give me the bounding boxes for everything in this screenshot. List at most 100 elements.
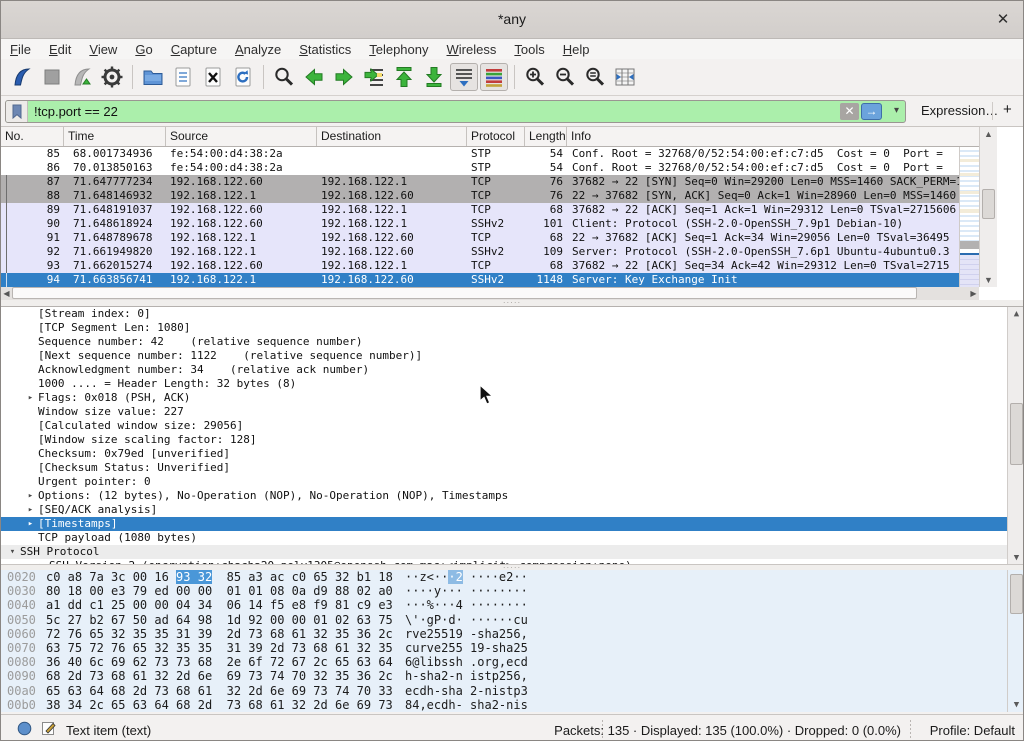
detail-row[interactable]: Checksum: 0x79ed [unverified] — [1, 447, 1023, 461]
menu-edit[interactable]: Edit — [40, 40, 80, 59]
hex-bytes[interactable]: 80 18 00 e3 79 ed 00 00 01 01 08 0a d9 8… — [46, 584, 393, 598]
detail-row[interactable]: Urgent pointer: 0 — [1, 475, 1023, 489]
menu-statistics[interactable]: Statistics — [290, 40, 360, 59]
detail-row[interactable]: ▸Options: (12 bytes), No-Operation (NOP)… — [1, 489, 1023, 503]
scroll-left-icon[interactable]: ◀ — [1, 287, 12, 300]
hex-bytes[interactable]: 65 63 64 68 2d 73 68 61 32 2d 6e 69 73 7… — [46, 684, 393, 698]
ascii-bytes[interactable]: ··z<···2 ····e2·· — [405, 570, 528, 584]
status-profile[interactable]: Profile: Default — [930, 723, 1015, 738]
capture-options-button[interactable] — [98, 63, 126, 91]
scroll-down-icon[interactable]: ▼ — [1008, 698, 1023, 712]
hex-bytes[interactable]: c0 a8 7a 3c 00 16 93 32 85 a3 ac c0 65 3… — [46, 570, 393, 584]
menu-telephony[interactable]: Telephony — [360, 40, 437, 59]
expression-button[interactable]: Expression… — [921, 103, 998, 118]
detail-row[interactable]: ▸[Timestamps] — [1, 517, 1023, 531]
go-first-button[interactable] — [390, 63, 418, 91]
scroll-up-icon[interactable]: ▲ — [1008, 307, 1023, 321]
resize-columns-button[interactable] — [611, 63, 639, 91]
detail-row[interactable]: Acknowledgment number: 34 (relative ack … — [1, 363, 1023, 377]
detail-row[interactable]: ▾SSH Protocol — [1, 545, 1023, 559]
zoom-out-button[interactable] — [551, 63, 579, 91]
hex-row-0060[interactable]: 006072 76 65 32 35 35 31 39 2d 73 68 61 … — [1, 627, 1023, 641]
hex-vscrollbar[interactable]: ▼ — [1007, 570, 1023, 712]
hex-bytes[interactable]: 38 34 2c 65 63 64 68 2d 73 68 61 32 2d 6… — [46, 698, 393, 712]
filter-dropdown-icon[interactable]: ▾ — [894, 105, 899, 116]
hex-row-0070[interactable]: 007063 75 72 76 65 32 35 35 31 39 2d 73 … — [1, 641, 1023, 655]
hex-row-0040[interactable]: 0040a1 dd c1 25 00 00 04 34 06 14 f5 e8 … — [1, 598, 1023, 612]
expander-open-icon[interactable]: ▾ — [5, 545, 20, 559]
hex-row-0090[interactable]: 009068 2d 73 68 61 32 2d 6e 69 73 74 70 … — [1, 669, 1023, 683]
detail-row[interactable]: [Checksum Status: Unverified] — [1, 461, 1023, 475]
scroll-down-icon[interactable]: ▼ — [1008, 551, 1023, 564]
filter-clear-button[interactable]: ✕ — [840, 103, 859, 120]
restart-capture-button[interactable] — [68, 63, 96, 91]
reload-file-button[interactable] — [229, 63, 257, 91]
column-header-source[interactable]: Source — [166, 127, 317, 146]
go-last-button[interactable] — [420, 63, 448, 91]
display-filter-input[interactable]: !tcp.port == 22 ✕ → ▾ — [5, 100, 906, 123]
auto-scroll-button[interactable] — [450, 63, 478, 91]
scroll-up-icon[interactable]: ▲ — [980, 127, 997, 141]
expander-closed-icon[interactable]: ▸ — [23, 517, 38, 531]
menu-go[interactable]: Go — [126, 40, 161, 59]
ascii-bytes[interactable]: rve25519 -sha256, — [405, 627, 528, 641]
hex-bytes[interactable]: 36 40 6c 69 62 73 73 68 2e 6f 72 67 2c 6… — [46, 655, 393, 669]
scrollbar-thumb[interactable] — [982, 189, 995, 219]
ascii-bytes[interactable]: curve255 19-sha25 — [405, 641, 528, 655]
colorize-button[interactable] — [480, 63, 508, 91]
filter-bookmark-icon[interactable] — [6, 101, 28, 122]
column-header-length[interactable]: Length — [525, 127, 567, 146]
details-vscrollbar[interactable]: ▲ ▼ — [1007, 307, 1023, 564]
detail-row[interactable]: [Next sequence number: 1122 (relative se… — [1, 349, 1023, 363]
detail-row[interactable]: 1000 .... = Header Length: 32 bytes (8) — [1, 377, 1023, 391]
packet-list-minimap[interactable] — [959, 147, 979, 287]
expander-closed-icon[interactable]: ▸ — [23, 391, 38, 405]
scrollbar-thumb[interactable] — [1010, 574, 1023, 614]
start-capture-button[interactable] — [8, 63, 36, 91]
scroll-down-icon[interactable]: ▼ — [980, 273, 997, 287]
expert-info-icon[interactable] — [17, 721, 32, 739]
column-header-protocol[interactable]: Protocol — [467, 127, 525, 146]
hex-row-0020[interactable]: 0020c0 a8 7a 3c 00 16 93 32 85 a3 ac c0 … — [1, 570, 1023, 584]
expander-closed-icon[interactable]: ▸ — [23, 489, 38, 503]
detail-row[interactable]: [Window size scaling factor: 128] — [1, 433, 1023, 447]
menu-capture[interactable]: Capture — [162, 40, 226, 59]
hex-bytes[interactable]: 68 2d 73 68 61 32 2d 6e 69 73 74 70 32 3… — [46, 669, 393, 683]
packet-row-88[interactable]: 8871.648146932192.168.122.1192.168.122.6… — [1, 189, 979, 203]
packet-row-86[interactable]: 8670.013850163fe:54:00:d4:38:2aSTP54Conf… — [1, 161, 979, 175]
packet-row-92[interactable]: 9271.661949820192.168.122.1192.168.122.6… — [1, 245, 979, 259]
add-filter-button[interactable]: + — [1003, 101, 1012, 118]
hex-bytes[interactable]: a1 dd c1 25 00 00 04 34 06 14 f5 e8 f9 8… — [46, 598, 393, 612]
packet-row-87[interactable]: 8771.647777234192.168.122.60192.168.122.… — [1, 175, 979, 189]
find-packet-button[interactable] — [270, 63, 298, 91]
close-file-button[interactable] — [199, 63, 227, 91]
hex-row-0080[interactable]: 008036 40 6c 69 62 73 73 68 2e 6f 72 67 … — [1, 655, 1023, 669]
open-file-button[interactable] — [139, 63, 167, 91]
ascii-bytes[interactable]: h-sha2-n istp256, — [405, 669, 528, 683]
packet-list-vscrollbar[interactable]: ▲ ▼ — [979, 127, 997, 287]
menu-analyze[interactable]: Analyze — [226, 40, 290, 59]
go-back-button[interactable] — [300, 63, 328, 91]
capture-comment-icon[interactable] — [41, 721, 56, 739]
detail-row[interactable]: [TCP Segment Len: 1080] — [1, 321, 1023, 335]
hex-bytes[interactable]: 63 75 72 76 65 32 35 35 31 39 2d 73 68 6… — [46, 641, 393, 655]
hex-row-0050[interactable]: 00505c 27 b2 67 50 ad 64 98 1d 92 00 00 … — [1, 613, 1023, 627]
filter-apply-button[interactable]: → — [861, 103, 882, 120]
ascii-bytes[interactable]: ecdh-sha 2-nistp3 — [405, 684, 528, 698]
ascii-bytes[interactable]: 84,ecdh- sha2-nis — [405, 698, 528, 712]
titlebar[interactable]: *any ✕ — [1, 1, 1023, 39]
detail-row[interactable]: Window size value: 227 — [1, 405, 1023, 419]
packet-list-hscrollbar[interactable]: ◀ ▶ — [1, 287, 979, 300]
zoom-reset-button[interactable] — [581, 63, 609, 91]
menu-wireless[interactable]: Wireless — [438, 40, 506, 59]
ascii-bytes[interactable]: 6@libssh .org,ecd — [405, 655, 528, 669]
detail-row[interactable]: TCP payload (1080 bytes) — [1, 531, 1023, 545]
detail-row[interactable]: ▸Flags: 0x018 (PSH, ACK) — [1, 391, 1023, 405]
go-to-packet-button[interactable] — [360, 63, 388, 91]
scrollbar-thumb[interactable] — [12, 287, 917, 299]
scrollbar-thumb[interactable] — [1010, 403, 1023, 465]
ascii-bytes[interactable]: ···%···4 ········ — [405, 598, 528, 612]
column-header-time[interactable]: Time — [64, 127, 166, 146]
zoom-in-button[interactable] — [521, 63, 549, 91]
menu-tools[interactable]: Tools — [505, 40, 553, 59]
